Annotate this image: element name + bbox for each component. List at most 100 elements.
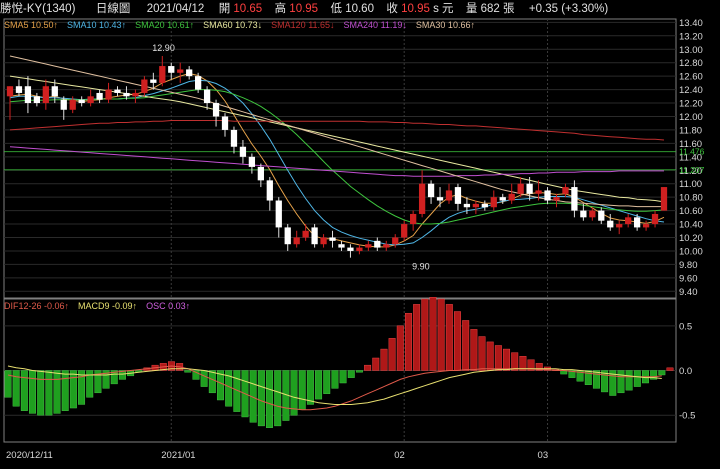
macd-tick-label: 0.5 <box>679 321 692 332</box>
candle-body <box>239 146 247 157</box>
candle-body <box>499 197 506 201</box>
osc-bar <box>274 370 282 427</box>
macd-legend-item-1: MACD9 -0.09↑ <box>78 301 138 311</box>
candle-body <box>230 129 238 147</box>
candle-body <box>150 79 157 83</box>
candle-body <box>598 210 605 221</box>
candle-body <box>418 183 426 214</box>
price-tick-label: 13.20 <box>679 31 703 42</box>
osc-bar <box>405 313 412 371</box>
osc-bar <box>323 370 331 394</box>
candle-body <box>383 244 390 248</box>
candle-body <box>472 203 479 208</box>
ma-line-sma240 <box>9 146 664 177</box>
macd-legend: DIF12-26 -0.06↑ MACD9 -0.09↑ OSC 0.03↑ <box>4 300 199 312</box>
candle-body <box>275 200 282 228</box>
price-legend-item-3: SMA60 10.73↓ <box>203 20 263 30</box>
candle-body <box>616 224 623 228</box>
candle-body <box>60 99 67 110</box>
osc-bar <box>633 370 641 387</box>
osc-bar <box>200 370 208 387</box>
candle-body <box>78 99 85 104</box>
x-axis-label: 03 <box>538 450 549 461</box>
candle-body <box>212 103 220 117</box>
candle-body <box>374 240 381 248</box>
candle-body <box>660 187 668 211</box>
osc-bar <box>78 370 86 405</box>
price-tick-label: 11.00 <box>679 179 702 190</box>
candle-body <box>508 193 515 201</box>
price-extreme-label: 9.90 <box>412 262 430 272</box>
osc-bar <box>266 370 273 428</box>
osc-bar <box>462 320 470 371</box>
price-tick-label: 10.00 <box>679 246 703 257</box>
price-panel-frame <box>3 18 677 299</box>
candle-body <box>392 237 399 245</box>
candle-body <box>410 213 417 225</box>
price-tick-label: 9.60 <box>679 273 698 284</box>
x-axis-label: 2021/01 <box>161 450 195 461</box>
candle-body <box>553 197 560 201</box>
reference-line-label: 11.207 <box>679 165 705 175</box>
candle-body <box>401 224 408 238</box>
osc-bar <box>396 325 404 371</box>
candle-body <box>535 190 542 194</box>
candle-body <box>159 66 166 83</box>
candle-body <box>463 203 471 208</box>
osc-bar <box>4 370 12 398</box>
osc-bar <box>184 370 192 373</box>
candle-body <box>589 210 596 218</box>
candle-body <box>132 92 139 97</box>
price-tick-label: 13.40 <box>679 18 703 29</box>
osc-bar <box>45 370 53 416</box>
candle-body <box>311 227 318 245</box>
candle-body <box>347 247 354 251</box>
osc-bar <box>658 370 666 376</box>
osc-bar <box>53 370 61 414</box>
candle-body <box>338 244 345 248</box>
candle-body <box>266 180 273 201</box>
price-legend-item-2: SMA20 10.61↑ <box>135 20 195 30</box>
candle-body <box>356 247 363 251</box>
osc-bar <box>511 352 519 371</box>
candle-body <box>481 203 488 208</box>
price-tick-label: 12.00 <box>679 112 703 123</box>
osc-bar <box>339 370 347 384</box>
candle-body <box>293 237 300 245</box>
osc-bar <box>306 370 314 405</box>
price-tick-label: 9.40 <box>679 287 698 298</box>
macd-tick-label: -0.5 <box>679 411 695 422</box>
price-legend-item-1: SMA10 10.43↑ <box>67 20 127 30</box>
candle-body <box>221 116 229 130</box>
price-legend-item-4: SMA120 11.65↓ <box>271 20 335 30</box>
macd-tick-label: 0.0 <box>679 366 692 377</box>
osc-bar <box>364 364 372 371</box>
candle-body <box>320 237 327 245</box>
candle-body <box>186 69 193 77</box>
price-extreme-label: 12.90 <box>152 43 175 53</box>
osc-bar <box>413 304 421 371</box>
ma-line-sma10 <box>9 79 665 246</box>
candle-body <box>15 86 23 93</box>
candle-body <box>284 227 291 245</box>
osc-bar <box>437 298 445 371</box>
chart-svg: 13.40 13.20 13.00 12.80 12.60 12.40 12.20 12.00… <box>3 18 705 461</box>
candle-body <box>96 92 103 100</box>
candle-body <box>580 210 587 218</box>
candle-body <box>195 76 202 90</box>
osc-bar <box>617 370 625 394</box>
osc-bar <box>470 329 478 371</box>
osc-bar <box>592 370 600 389</box>
price-tick-label: 10.40 <box>679 220 703 231</box>
candle-body <box>571 187 578 211</box>
price-tick-label: 13.00 <box>679 45 703 56</box>
candle-body <box>490 197 497 208</box>
price-legend-item-6: SMA30 10.66↑ <box>415 20 475 30</box>
price-tick-label: 11.80 <box>679 125 702 136</box>
candle-body <box>6 86 14 97</box>
osc-bar <box>388 338 396 371</box>
osc-bar <box>372 357 380 371</box>
candle-body <box>87 96 94 104</box>
candle-body <box>203 89 211 104</box>
price-tick-label: 12.80 <box>679 58 703 69</box>
